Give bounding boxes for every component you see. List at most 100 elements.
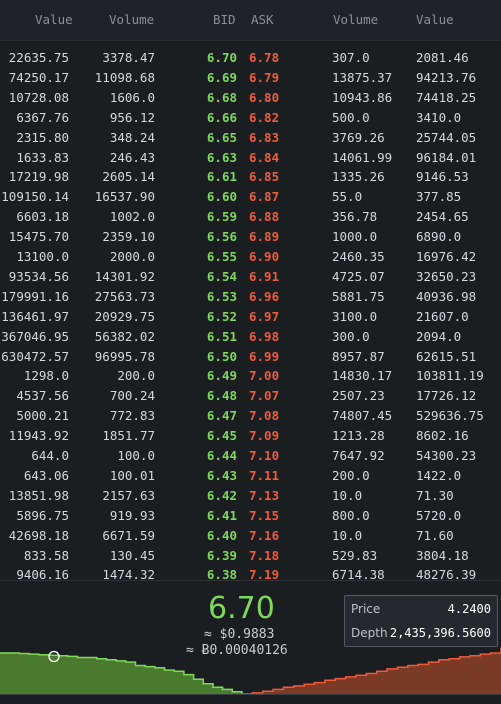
ask-volume: 1213.28 (332, 428, 385, 444)
ask-value: 1422.0 (416, 467, 462, 483)
bid-volume: 956.12 (109, 109, 155, 125)
ask-value: 17726.12 (416, 388, 477, 404)
ask-price: 7.15 (249, 507, 280, 523)
ask-price: 7.07 (249, 388, 280, 404)
ask-price: 6.79 (249, 69, 280, 85)
ask-volume: 6714.38 (332, 567, 385, 580)
header-ask: ASK (251, 12, 274, 27)
ask-price: 6.97 (249, 308, 280, 324)
ask-volume: 7647.92 (332, 448, 385, 463)
bid-value: 4537.56 (16, 388, 69, 404)
table-row[interactable]: 9406.16 1474.32 6.38 7.19 6714.38 48276.39 (0, 565, 501, 580)
bid-value: 11943.92 (8, 428, 69, 444)
ask-value: 40936.98 (416, 288, 477, 304)
ask-volume: 2460.35 (332, 249, 385, 264)
ask-value: 48276.39 (416, 567, 477, 580)
order-book: 22635.75 3378.47 6.70 6.78 307.0 2081.46 74250… (0, 48, 501, 580)
ask-value: 94213.76 (416, 69, 477, 85)
bid-price: 6.69 (206, 69, 237, 85)
ask-price: 7.19 (249, 567, 280, 580)
bid-value: 643.06 (23, 467, 69, 483)
bid-volume: 130.45 (109, 547, 155, 563)
bid-volume: 6671.59 (102, 527, 155, 543)
bid-volume: 20929.75 (94, 308, 155, 324)
bid-depth-area (0, 653, 242, 694)
ask-price: 7.00 (249, 368, 280, 384)
ask-value: 6890.0 (416, 229, 462, 245)
table-row[interactable]: 833.58 130.45 6.39 7.18 529.83 3804.18 (0, 546, 501, 566)
ask-volume: 307.0 (332, 50, 370, 65)
ask-price: 6.91 (249, 268, 280, 284)
table-row[interactable]: 13851.98 2157.63 6.42 7.13 10.0 71.30 (0, 486, 501, 506)
bid-price: 6.42 (206, 487, 237, 503)
ask-volume: 2507.23 (332, 388, 385, 404)
table-row[interactable]: 22635.75 3378.47 6.70 6.78 307.0 2081.46 (0, 48, 501, 68)
header-bid: BID (213, 12, 236, 27)
table-row[interactable]: 4537.56 700.24 6.48 7.07 2507.23 17726.12 (0, 386, 501, 406)
bid-value: 630472.57 (1, 348, 69, 364)
bid-volume: 3378.47 (102, 50, 155, 65)
table-row[interactable]: 10728.08 1606.0 6.68 6.80 10943.86 74418.25 (0, 88, 501, 108)
table-row[interactable]: 17219.98 2605.14 6.61 6.85 1335.26 9146.53 (0, 167, 501, 187)
table-row[interactable]: 13100.0 2000.0 6.55 6.90 2460.35 16976.42 (0, 247, 501, 267)
table-row[interactable]: 93534.56 14301.92 6.54 6.91 4725.07 32650.23 (0, 267, 501, 287)
table-row[interactable]: 5896.75 919.93 6.41 7.15 800.0 5720.0 (0, 506, 501, 526)
bid-value: 1298.0 (23, 368, 69, 384)
bid-volume: 2605.14 (102, 169, 155, 185)
bid-price: 6.40 (206, 527, 237, 543)
ask-price: 7.11 (249, 467, 280, 483)
bid-volume: 1851.77 (102, 428, 155, 444)
ask-value: 9146.53 (416, 169, 469, 185)
ask-value: 5720.0 (416, 507, 462, 523)
ask-volume: 10.0 (332, 527, 363, 543)
bid-value: 17219.98 (8, 169, 69, 185)
ask-volume: 55.0 (332, 189, 363, 205)
bid-price: 6.59 (206, 209, 237, 225)
bid-volume: 246.43 (109, 149, 155, 165)
table-row[interactable]: 11943.92 1851.77 6.45 7.09 1213.28 8602.16 (0, 426, 501, 446)
ask-price: 7.10 (249, 448, 280, 463)
table-row[interactable]: 1298.0 200.0 6.49 7.00 14830.17 103811.19 (0, 366, 501, 386)
ask-price: 7.13 (249, 487, 280, 503)
ask-value: 96184.01 (416, 149, 477, 165)
table-row[interactable]: 109150.14 16537.90 6.60 6.87 55.0 377.85 (0, 187, 501, 207)
bid-price: 6.49 (206, 368, 237, 384)
table-row[interactable]: 136461.97 20929.75 6.52 6.97 3100.0 21607.0 (0, 307, 501, 327)
table-row[interactable]: 179991.16 27563.73 6.53 6.96 5881.75 40936.98 (0, 287, 501, 307)
bid-volume: 11098.68 (94, 69, 155, 85)
ask-price: 7.09 (249, 428, 280, 444)
bid-volume: 2359.10 (102, 229, 155, 245)
table-row[interactable]: 15475.70 2359.10 6.56 6.89 1000.0 6890.0 (0, 227, 501, 247)
ask-value: 21607.0 (416, 308, 469, 324)
bid-value: 136461.97 (1, 308, 69, 324)
table-row[interactable]: 2315.80 348.24 6.65 6.83 3769.26 25744.05 (0, 128, 501, 148)
table-row[interactable]: 367046.95 56382.02 6.51 6.98 300.0 2094.0 (0, 327, 501, 347)
bid-price: 6.60 (206, 189, 237, 205)
table-row[interactable]: 630472.57 96995.78 6.50 6.99 8957.87 62615.51 (0, 347, 501, 367)
table-row[interactable]: 643.06 100.01 6.43 7.11 200.0 1422.0 (0, 466, 501, 486)
table-row[interactable]: 1633.83 246.43 6.63 6.84 14061.99 96184.01 (0, 148, 501, 168)
bid-price: 6.51 (206, 328, 237, 344)
ask-volume: 10943.86 (332, 89, 393, 105)
bid-value: 109150.14 (1, 189, 69, 205)
ask-price: 6.80 (249, 89, 280, 105)
table-row[interactable]: 74250.17 11098.68 6.69 6.79 13875.37 94213.76 (0, 68, 501, 88)
ask-price: 6.85 (249, 169, 280, 185)
header-bid-value: Value (35, 12, 73, 27)
ask-price: 6.90 (249, 249, 280, 264)
bid-value: 644.0 (31, 448, 69, 463)
ask-price: 6.84 (249, 149, 280, 165)
table-row[interactable]: 6603.18 1002.0 6.59 6.88 356.78 2454.65 (0, 207, 501, 227)
table-row[interactable]: 5000.21 772.83 6.47 7.08 74807.45 529636.75 (0, 406, 501, 426)
ask-value: 3804.18 (416, 547, 469, 563)
bid-price: 6.50 (206, 348, 237, 364)
table-row[interactable]: 6367.76 956.12 6.66 6.82 500.0 3410.0 (0, 108, 501, 128)
table-row[interactable]: 644.0 100.0 6.44 7.10 7647.92 54300.23 (0, 446, 501, 466)
table-row[interactable]: 42698.18 6671.59 6.40 7.16 10.0 71.60 (0, 526, 501, 546)
bid-value: 833.58 (23, 547, 69, 563)
bid-price: 6.63 (206, 149, 237, 165)
bid-volume: 56382.02 (94, 328, 155, 344)
bid-value: 93534.56 (8, 268, 69, 284)
bid-value: 42698.18 (8, 527, 69, 543)
ask-volume: 800.0 (332, 507, 370, 523)
